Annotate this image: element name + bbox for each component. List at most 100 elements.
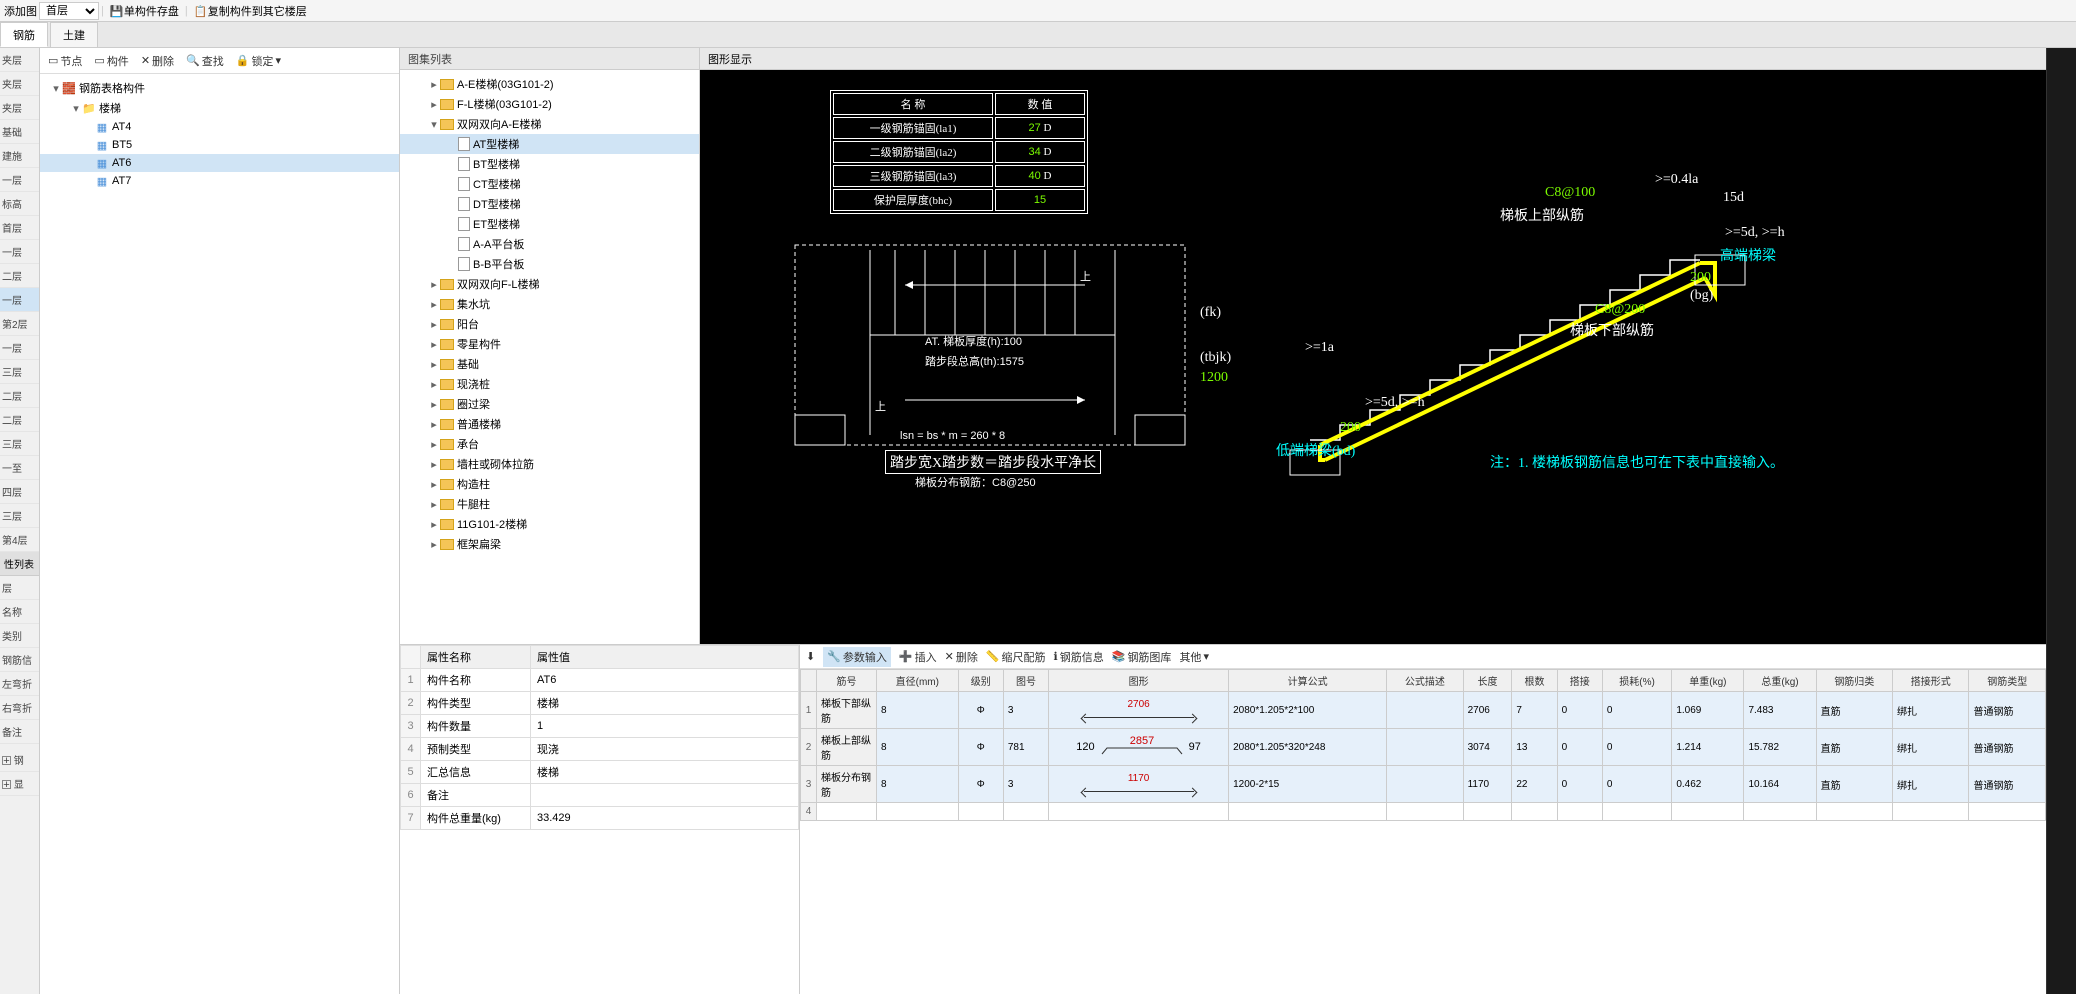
tree-btn-delete[interactable]: ✕删除: [137, 51, 178, 71]
tree-root[interactable]: ▾🧱钢筋表格构件: [40, 78, 399, 98]
atlas-node[interactable]: ▾双网双向A-E楼梯: [400, 114, 699, 134]
floor-item[interactable]: 四层: [0, 480, 39, 504]
floor-item[interactable]: 夹层: [0, 96, 39, 120]
floor-item[interactable]: 首层: [0, 216, 39, 240]
rebar-column-header[interactable]: 图号: [1003, 670, 1048, 692]
floor-item[interactable]: 一层: [0, 240, 39, 264]
atlas-node[interactable]: ▸框架扁梁: [400, 534, 699, 554]
floor-item[interactable]: 建施: [0, 144, 39, 168]
floor-item[interactable]: 二层: [0, 408, 39, 432]
rebar-column-header[interactable]: 损耗(%): [1602, 670, 1672, 692]
rebar-column-header[interactable]: 筋号: [817, 670, 877, 692]
tree-btn-component[interactable]: ▭构件: [90, 51, 132, 71]
prop-item[interactable]: 右弯折: [0, 696, 39, 720]
atlas-node[interactable]: ▸集水坑: [400, 294, 699, 314]
atlas-node[interactable]: ▸普通楼梯: [400, 414, 699, 434]
atlas-node[interactable]: ▸构造柱: [400, 474, 699, 494]
property-row[interactable]: 2构件类型楼梯: [401, 692, 799, 715]
floor-item[interactable]: 标高: [0, 192, 39, 216]
atlas-node[interactable]: ▸双网双向F-L楼梯: [400, 274, 699, 294]
floor-item[interactable]: 二层: [0, 384, 39, 408]
atlas-node[interactable]: ▸牛腿柱: [400, 494, 699, 514]
atlas-node[interactable]: ▸阳台: [400, 314, 699, 334]
rebar-column-header[interactable]: 搭接形式: [1893, 670, 1969, 692]
property-row[interactable]: 7构件总重量(kg)33.429: [401, 807, 799, 830]
floor-item[interactable]: 三层: [0, 432, 39, 456]
atlas-node[interactable]: ▸现浇桩: [400, 374, 699, 394]
prop-item[interactable]: 名称: [0, 600, 39, 624]
floor-item[interactable]: 三层: [0, 504, 39, 528]
rebar-column-header[interactable]: 搭接: [1557, 670, 1602, 692]
floor-item[interactable]: 基础: [0, 120, 39, 144]
rebar-column-header[interactable]: 钢筋归类: [1816, 670, 1892, 692]
tab-rebar[interactable]: 钢筋: [0, 22, 48, 47]
floor-item[interactable]: 夹层: [0, 72, 39, 96]
floor-item[interactable]: 第2层: [0, 312, 39, 336]
rebar-column-header[interactable]: 计算公式: [1229, 670, 1387, 692]
tab-civil[interactable]: 土建: [50, 22, 98, 47]
rebar-row[interactable]: 1梯板下部纵筋8Φ327062080*1.205*2*10027067001.0…: [801, 692, 2046, 729]
rebar-column-header[interactable]: 单重(kg): [1672, 670, 1744, 692]
property-row[interactable]: 4预制类型现浇: [401, 738, 799, 761]
rebar-btn-delete[interactable]: ✕删除: [945, 649, 978, 665]
rebar-column-header[interactable]: 总重(kg): [1744, 670, 1816, 692]
box-item[interactable]: + 钢: [0, 748, 39, 772]
rebar-btn-other[interactable]: 其他▾: [1179, 649, 1209, 665]
copy-to-floor-button[interactable]: 📋复制构件到其它楼层: [190, 1, 311, 21]
rebar-row[interactable]: 2梯板上部纵筋8Φ7811202857972080*1.205*320*2483…: [801, 729, 2046, 766]
rebar-column-header[interactable]: 级别: [958, 670, 1003, 692]
box-item[interactable]: + 显: [0, 772, 39, 796]
property-row[interactable]: 1构件名称AT6: [401, 669, 799, 692]
atlas-node[interactable]: DT型楼梯: [400, 194, 699, 214]
atlas-node[interactable]: A-A平台板: [400, 234, 699, 254]
atlas-node[interactable]: ▸11G101-2楼梯: [400, 514, 699, 534]
atlas-node[interactable]: AT型楼梯: [400, 134, 699, 154]
rebar-btn-lib[interactable]: 📚钢筋图库: [1112, 649, 1172, 665]
prop-item[interactable]: 层: [0, 576, 39, 600]
prop-item[interactable]: 备注: [0, 720, 39, 744]
property-row[interactable]: 3构件数量1: [401, 715, 799, 738]
rebar-column-header[interactable]: 长度: [1463, 670, 1512, 692]
prop-item[interactable]: 左弯折: [0, 672, 39, 696]
rebar-column-header[interactable]: 根数: [1512, 670, 1557, 692]
floor-item[interactable]: 第4层: [0, 528, 39, 552]
rebar-row[interactable]: 3梯板分布钢筋8Φ311701200-2*15117022000.46210.1…: [801, 766, 2046, 803]
single-save-button[interactable]: 💾单构件存盘: [106, 1, 183, 21]
drawing-canvas[interactable]: 名 称数 值 一级钢筋锚固(la1)27 D二级钢筋锚固(la2)34 D三级钢…: [700, 70, 2046, 644]
floor-item[interactable]: 一层: [0, 288, 39, 312]
atlas-node[interactable]: ▸A-E楼梯(03G101-2): [400, 74, 699, 94]
rebar-column-header[interactable]: 公式描述: [1387, 670, 1463, 692]
rebar-btn-info[interactable]: ℹ钢筋信息: [1054, 649, 1104, 665]
floor-item[interactable]: 一至: [0, 456, 39, 480]
atlas-node[interactable]: ▸零星构件: [400, 334, 699, 354]
floor-item[interactable]: 一层: [0, 336, 39, 360]
floor-select[interactable]: 首层: [39, 2, 99, 20]
tree-item[interactable]: ▦BT5: [40, 136, 399, 154]
atlas-node[interactable]: CT型楼梯: [400, 174, 699, 194]
tree-item[interactable]: ▦AT6: [40, 154, 399, 172]
prop-item[interactable]: 类别: [0, 624, 39, 648]
rebar-column-header[interactable]: 图形: [1049, 670, 1229, 692]
atlas-node[interactable]: BT型楼梯: [400, 154, 699, 174]
atlas-node[interactable]: ▸基础: [400, 354, 699, 374]
atlas-node[interactable]: ▸承台: [400, 434, 699, 454]
atlas-node[interactable]: B-B平台板: [400, 254, 699, 274]
tree-item[interactable]: ▦AT7: [40, 172, 399, 190]
tree-stair[interactable]: ▾📁楼梯: [40, 98, 399, 118]
floor-item[interactable]: 三层: [0, 360, 39, 384]
prop-item[interactable]: 钢筋信: [0, 648, 39, 672]
rebar-btn-param[interactable]: 🔧参数输入: [823, 647, 891, 667]
floor-item[interactable]: 夹层: [0, 48, 39, 72]
atlas-node[interactable]: ▸墙柱或砌体拉筋: [400, 454, 699, 474]
property-row[interactable]: 6备注: [401, 784, 799, 807]
tree-btn-find[interactable]: 🔍查找: [182, 51, 228, 71]
rebar-column-header[interactable]: 钢筋类型: [1969, 670, 2046, 692]
tree-btn-node[interactable]: ▭节点: [44, 51, 86, 71]
rebar-column-header[interactable]: 直径(mm): [877, 670, 959, 692]
rebar-btn-scale[interactable]: 📏缩尺配筋: [986, 649, 1046, 665]
floor-item[interactable]: 二层: [0, 264, 39, 288]
rebar-btn-down[interactable]: ⬇: [806, 650, 815, 663]
rebar-btn-insert[interactable]: ➕插入: [899, 649, 937, 665]
atlas-node[interactable]: ▸圈过梁: [400, 394, 699, 414]
atlas-node[interactable]: ▸F-L楼梯(03G101-2): [400, 94, 699, 114]
